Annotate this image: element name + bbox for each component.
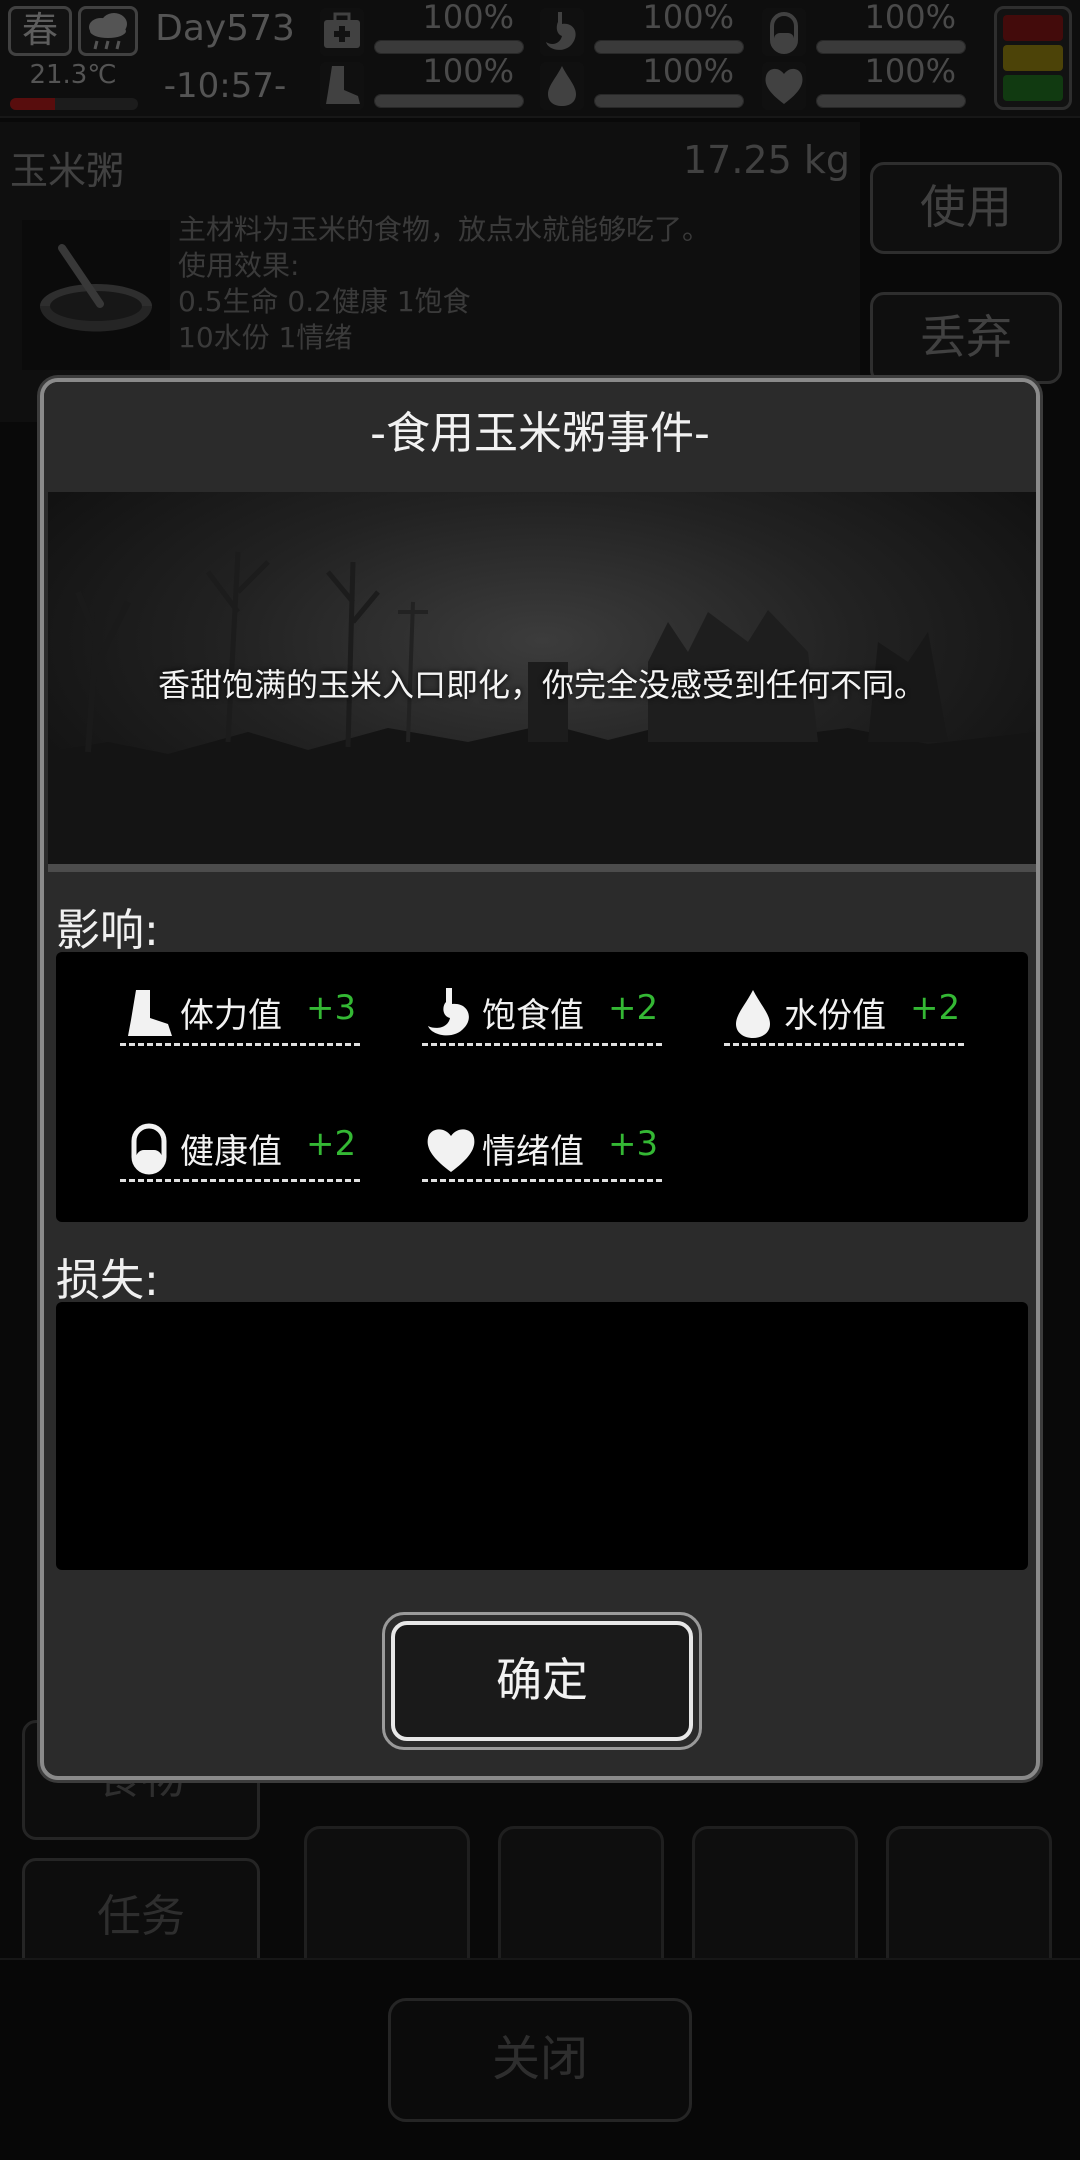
effect-value: +2 (608, 988, 659, 1028)
water-drop-icon (726, 986, 780, 1040)
boot-icon (122, 986, 176, 1040)
effects-heading: 影响: (56, 905, 159, 956)
effect-value: +3 (306, 988, 357, 1028)
effect-label: 水份值 (784, 996, 886, 1036)
confirm-button[interactable]: 确定 (391, 1621, 693, 1741)
effect-value: +2 (910, 988, 961, 1028)
effect-wellness: 健康值 +2 (120, 1118, 360, 1182)
pill-icon (122, 1122, 176, 1176)
effect-label: 健康值 (180, 1132, 282, 1172)
heart-icon (424, 1122, 478, 1176)
effect-value: +2 (306, 1124, 357, 1164)
effect-satiety: 饱食值 +2 (422, 982, 662, 1046)
dialog-title: -食用玉米粥事件- (44, 382, 1036, 490)
stomach-icon (424, 986, 478, 1040)
ruins-scene-image: 香甜饱满的玉米入口即化，你完全没感受到任何不同。 (48, 492, 1036, 864)
effect-label: 情绪值 (482, 1132, 584, 1172)
effect-label: 饱食值 (482, 996, 584, 1036)
effect-value: +3 (608, 1124, 659, 1164)
divider (48, 864, 1036, 872)
effects-list: 体力值 +3 饱食值 +2 水份值 +2 健康值 +2 情绪值 +3 (56, 952, 1028, 1222)
event-description: 香甜饱满的玉米入口即化，你完全没感受到任何不同。 (157, 666, 926, 704)
loss-heading: 损失: (56, 1255, 159, 1306)
effect-stamina: 体力值 +3 (120, 982, 360, 1046)
effect-mood: 情绪值 +3 (422, 1118, 662, 1182)
effect-label: 体力值 (180, 996, 282, 1036)
confirm-button-frame: 确定 (382, 1612, 702, 1750)
event-dialog: -食用玉米粥事件- 香甜饱满的玉米入口即化，你完全没感受到任何不同。 影响: 体… (40, 378, 1040, 1780)
effect-hydration: 水份值 +2 (724, 982, 964, 1046)
loss-list (56, 1302, 1028, 1570)
